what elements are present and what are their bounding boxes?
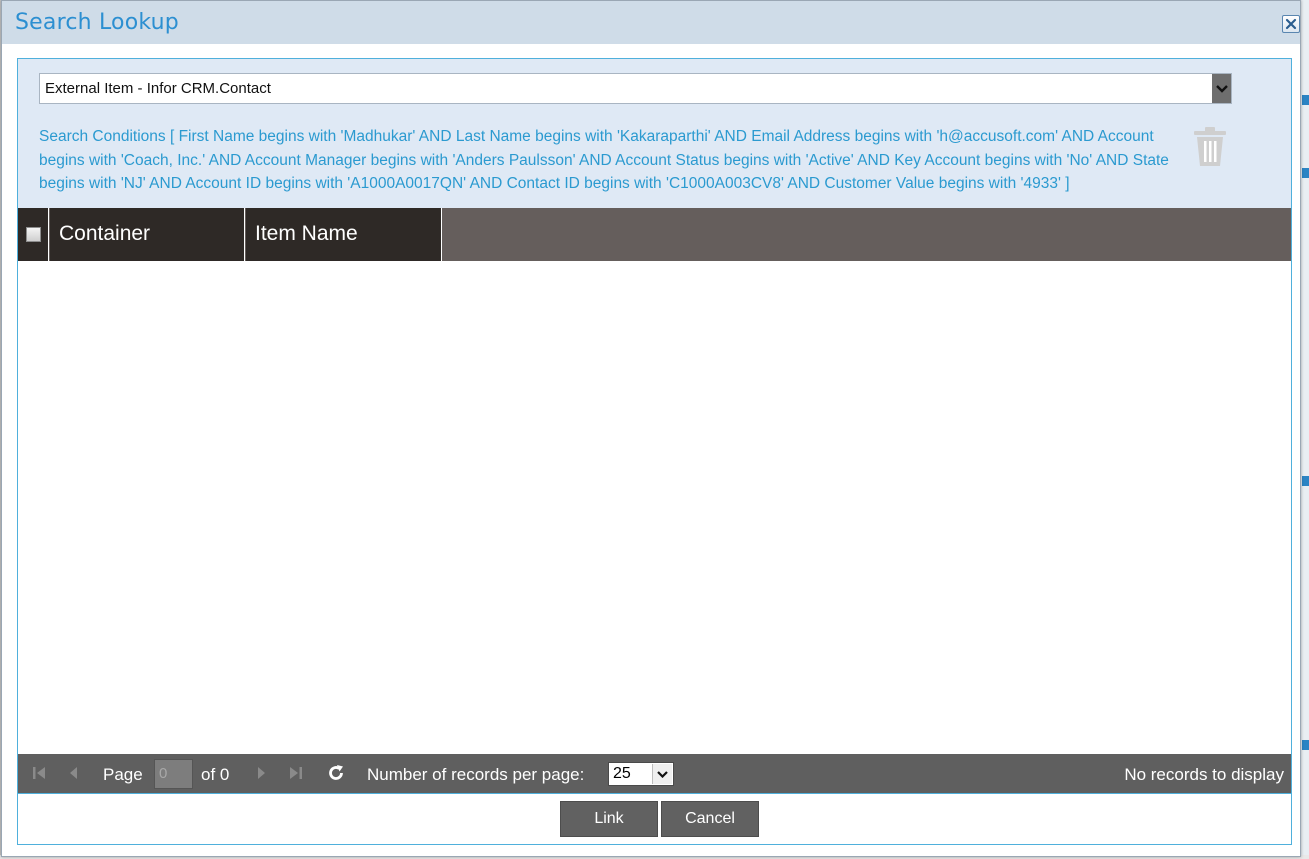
select-all-checkbox[interactable] — [26, 227, 41, 242]
grid-body — [18, 261, 1291, 754]
background-page-edge — [1301, 0, 1309, 859]
cancel-button[interactable]: Cancel — [661, 801, 759, 837]
last-page-icon[interactable] — [287, 764, 305, 782]
previous-page-icon[interactable] — [65, 764, 83, 782]
no-records-status: No records to display — [1124, 765, 1284, 784]
column-header-label: Item Name — [255, 222, 358, 245]
chevron-down-icon — [652, 764, 672, 784]
dialog-title: Search Lookup — [15, 10, 179, 35]
column-header-item-name[interactable]: Item Name — [246, 208, 442, 261]
background-marker — [1302, 95, 1309, 105]
records-per-page-select[interactable]: 25 — [608, 762, 674, 786]
select-all-cell — [18, 208, 49, 261]
column-header-label: Container — [59, 222, 151, 245]
lookup-panel: External Item - Infor CRM.Contact Search… — [17, 58, 1292, 845]
background-marker — [1302, 168, 1309, 178]
chevron-down-icon[interactable] — [1212, 74, 1231, 103]
records-per-page-label: Number of records per page: — [367, 765, 585, 784]
refresh-icon[interactable] — [326, 763, 346, 783]
background-marker — [1302, 740, 1309, 750]
grid-header: Container Item Name — [18, 208, 1291, 261]
close-icon — [1285, 18, 1297, 30]
filter-area: External Item - Infor CRM.Contact Search… — [18, 59, 1291, 208]
pager: Page 0 of 0 Number of records per page: … — [18, 754, 1291, 793]
trash-icon[interactable] — [1191, 126, 1229, 168]
first-page-icon[interactable] — [30, 764, 48, 782]
next-page-icon[interactable] — [252, 764, 270, 782]
page-number-input[interactable]: 0 — [154, 759, 193, 789]
source-select[interactable]: External Item - Infor CRM.Contact — [39, 73, 1232, 104]
close-button[interactable] — [1282, 15, 1300, 33]
page-count-label: of 0 — [201, 765, 230, 784]
page-label: Page — [103, 765, 143, 784]
link-button[interactable]: Link — [560, 801, 658, 837]
background-marker — [1302, 476, 1309, 486]
page-number-value: 0 — [159, 765, 168, 782]
records-per-page-value: 25 — [613, 765, 631, 782]
column-header-container[interactable]: Container — [50, 208, 245, 261]
source-select-value: External Item - Infor CRM.Contact — [45, 80, 271, 97]
dialog-titlebar: Search Lookup — [2, 1, 1300, 44]
search-lookup-dialog: Search Lookup External Item - Infor CRM.… — [1, 0, 1301, 857]
dialog-footer: Link Cancel — [18, 793, 1291, 844]
search-conditions-text: Search Conditions [ First Name begins wi… — [39, 128, 1169, 193]
